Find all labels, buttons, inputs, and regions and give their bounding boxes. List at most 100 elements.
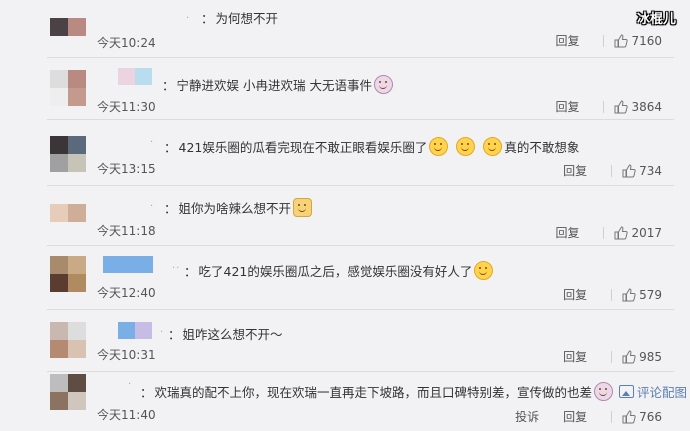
comment-image-link[interactable]: 评论配图 — [619, 382, 687, 401]
username-dots: . — [150, 134, 155, 145]
comment-time: 今天12:40 — [97, 286, 156, 300]
comment-text: ： 宁静进欢娱 小冉进欢瑞 大无语事件 — [162, 75, 393, 94]
comment-colon: ： — [201, 11, 214, 26]
thumbs-up-icon — [614, 225, 629, 239]
thumbs-up-icon — [622, 409, 636, 423]
username-blur[interactable] — [118, 68, 152, 85]
like-button[interactable]: 7160 — [614, 34, 662, 48]
like-button[interactable]: 579 — [622, 288, 662, 302]
comment-item: . ： 姐你为啥辣么想不开 今天11:18 回复 2017 — [0, 188, 690, 246]
comment-text: ： 为何想不开 — [201, 8, 278, 27]
comment-item: .. ： 吃了421的娱乐圈瓜之后，感觉娱乐圈没有好人了 今天12:40 回复 … — [0, 246, 690, 310]
comment-actions: 回复 2017 — [555, 224, 662, 241]
comment-colon: ： — [162, 78, 175, 93]
thumbs-up-icon — [614, 33, 629, 47]
avatar[interactable] — [50, 374, 86, 410]
comment-item: . ： 421娱乐圈的瓜看完现在不敢正眼看娱乐圈了 真的不敢想象 今天13:15… — [0, 124, 690, 186]
like-count: 766 — [639, 409, 662, 424]
thumbs-up-icon — [614, 99, 629, 113]
thumbs-up-icon — [622, 163, 636, 177]
pig-emoji-icon — [373, 75, 393, 94]
username-dots: . — [160, 324, 165, 335]
reply-button[interactable]: 回复 — [563, 348, 587, 365]
avatar[interactable] — [50, 70, 86, 106]
comment-actions: 回复 734 — [563, 162, 662, 179]
username-blur[interactable] — [103, 256, 153, 273]
smile-emoji-icon — [483, 137, 503, 156]
comment-actions: 投诉 回复 766 — [515, 408, 662, 425]
comment-time: 今天13:15 — [97, 162, 156, 176]
username-dots: .. — [172, 260, 181, 271]
reply-button[interactable]: 回复 — [563, 286, 587, 303]
avatar[interactable] — [50, 322, 86, 358]
comment-body: 姐咋这么想不开～ — [182, 327, 283, 342]
comment-time: 今天11:40 — [97, 408, 156, 422]
comment-actions: 回复 985 — [563, 348, 662, 365]
like-count: 3864 — [631, 99, 662, 114]
avatar[interactable] — [50, 256, 86, 292]
divider — [603, 226, 605, 239]
comment-colon: ： — [164, 201, 177, 216]
pig-emoji-icon — [594, 382, 614, 401]
separator — [47, 185, 674, 186]
divider — [611, 410, 613, 423]
comment-item: . ： 欢瑞真的配不上你，现在欢瑞一直再走下坡路，而且口碑特别差，宣传做的也差 … — [0, 372, 690, 430]
report-button[interactable]: 投诉 — [515, 408, 539, 425]
smile-emoji-icon — [474, 261, 494, 280]
picture-icon — [619, 385, 635, 398]
comment-text: ： 姐你为啥辣么想不开 — [164, 198, 313, 217]
like-button[interactable]: 766 — [622, 410, 662, 424]
thumbs-up-icon — [622, 287, 636, 301]
comment-colon: ： — [140, 385, 153, 400]
reply-button[interactable]: 回复 — [555, 32, 579, 49]
comment-image-link-label: 评论配图 — [637, 385, 688, 400]
like-count: 7160 — [631, 33, 662, 48]
reply-button[interactable]: 回复 — [555, 98, 579, 115]
divider — [603, 100, 605, 113]
like-button[interactable]: 734 — [622, 164, 662, 178]
like-count: 2017 — [631, 225, 662, 240]
comment-text: ： 421娱乐圈的瓜看完现在不敢正眼看娱乐圈了 真的不敢想象 — [164, 137, 579, 156]
comment-body: 为何想不开 — [215, 11, 279, 26]
comment-item: . ： 为何想不开 今天10:24 回复 7160 — [0, 0, 690, 58]
like-button[interactable]: 985 — [622, 350, 662, 364]
smile-emoji-icon — [429, 137, 449, 156]
comment-time: 今天10:24 — [97, 36, 156, 50]
avatar[interactable] — [50, 136, 86, 172]
comment-text: ： 欢瑞真的配不上你，现在欢瑞一直再走下坡路，而且口碑特别差，宣传做的也差 评论… — [140, 382, 687, 401]
comment-body: 吃了421的娱乐圈瓜之后，感觉娱乐圈没有好人了 — [198, 264, 473, 279]
reply-button[interactable]: 回复 — [555, 224, 579, 241]
comment-colon: ： — [164, 140, 177, 155]
like-button[interactable]: 2017 — [614, 226, 662, 240]
username-dots: . — [186, 10, 191, 21]
comment-actions: 回复 7160 — [555, 32, 662, 49]
username-dots: . — [128, 376, 133, 387]
divider — [611, 288, 613, 301]
comment-body: 421娱乐圈的瓜看完现在不敢正眼看娱乐圈了 — [178, 140, 428, 155]
comment-body-2: 真的不敢想象 — [504, 140, 580, 155]
cat-emoji-icon — [293, 198, 313, 217]
reply-button[interactable]: 回复 — [563, 408, 587, 425]
separator — [47, 119, 674, 120]
comment-body: 宁静进欢娱 小冉进欢瑞 大无语事件 — [176, 78, 372, 93]
comment-time: 今天11:30 — [97, 100, 156, 114]
like-button[interactable]: 3864 — [614, 100, 662, 114]
username-dots: . — [150, 198, 155, 209]
like-count: 734 — [639, 163, 662, 178]
reply-button[interactable]: 回复 — [563, 162, 587, 179]
like-count: 579 — [639, 287, 662, 302]
comment-actions: 回复 3864 — [555, 98, 662, 115]
comment-body: 欢瑞真的配不上你，现在欢瑞一直再走下坡路，而且口碑特别差，宣传做的也差 — [154, 385, 593, 400]
avatar[interactable] — [50, 204, 86, 222]
comment-body: 姐你为啥辣么想不开 — [178, 201, 292, 216]
username-blur[interactable] — [118, 322, 152, 339]
comment-text: ： 吃了421的娱乐圈瓜之后，感觉娱乐圈没有好人了 — [184, 261, 494, 280]
comment-item: ： 宁静进欢娱 小冉进欢瑞 大无语事件 今天11:30 回复 3864 — [0, 58, 690, 120]
divider — [603, 34, 605, 47]
comment-colon: ： — [168, 327, 181, 342]
comment-time: 今天11:18 — [97, 224, 156, 238]
separator — [47, 309, 674, 310]
avatar[interactable] — [50, 18, 86, 36]
comment-actions: 回复 579 — [563, 286, 662, 303]
comment-time: 今天10:31 — [97, 348, 156, 362]
